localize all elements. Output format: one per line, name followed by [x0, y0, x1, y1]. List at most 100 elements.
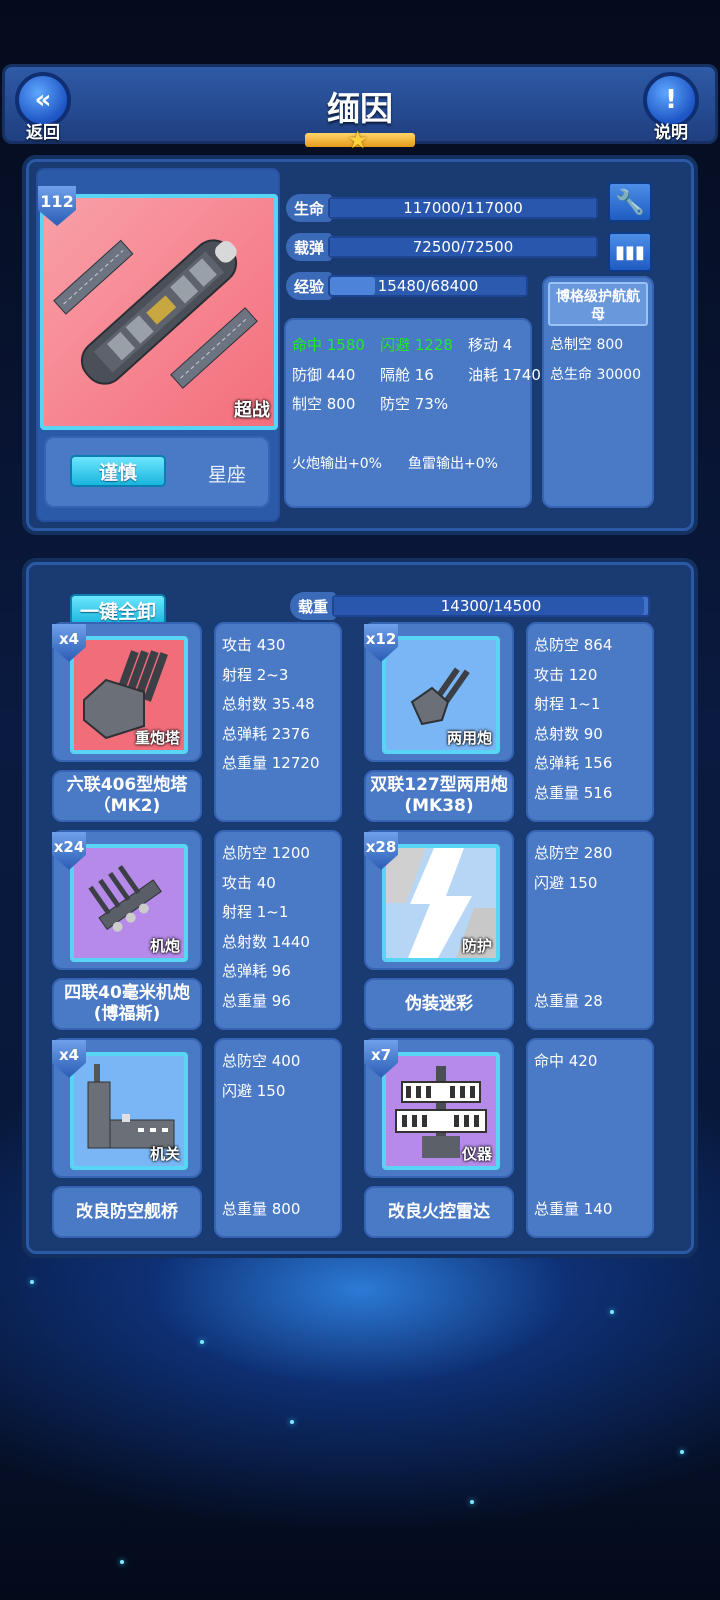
stance-button[interactable]: 谨慎 [70, 455, 166, 487]
load-bar-label: 载重 [290, 592, 336, 620]
equipment-stat: 总射数 35.48 [222, 695, 315, 713]
hp-bar: 117000/117000 [328, 197, 598, 219]
bg-star [30, 1280, 34, 1284]
bg-star [120, 1560, 124, 1564]
ship-level: 112 [40, 192, 74, 211]
equipment-tag: 防护 [461, 937, 492, 955]
page-title: 缅因 [327, 89, 393, 128]
equipment-name-card[interactable]: 改良防空舰桥 [52, 1186, 202, 1238]
equipment-weight: 总重量 516 [534, 784, 613, 802]
stat-defense: 防御 440 [292, 366, 356, 384]
ship-stats-box: 命中 1580 闪避 1228 移动 4 防御 440 隔舱 16 油耗 174… [284, 318, 541, 508]
equipment-count: x4 [58, 630, 80, 648]
equipment-stat: 射程 1~1 [534, 695, 601, 713]
equipment-stats-box: 总防空 864 攻击 120 射程 1~1 总射数 90 总弹耗 156 总重量 516 [526, 622, 654, 822]
equipment-stat: 总防空 864 [534, 636, 613, 654]
ammo-bar-text: 72500/72500 [412, 238, 514, 256]
equipment-stat: 闪避 150 [534, 873, 598, 892]
stat-bulkhead: 隔舱 16 [380, 366, 434, 384]
equipment-image-2[interactable]: 机炮 [70, 844, 188, 962]
resupply-button[interactable]: ▮▮▮ [608, 232, 652, 272]
equipment-stats-box: 总防空 1200 攻击 40 射程 1~1 总射数 1440 总弹耗 96 总重量 96 [214, 830, 342, 1030]
equipment-tag: 机炮 [149, 937, 180, 955]
equipment-weight: 总重量 96 [222, 992, 291, 1010]
stat-gun-output: 火炮输出+0% [292, 456, 382, 472]
ammo-bar-label: 载弹 [286, 233, 332, 261]
equipment-name-card[interactable]: 伪装迷彩 [364, 978, 514, 1030]
equipment-stat: 总重量 12720 [222, 754, 320, 772]
exp-bar-fill [330, 277, 376, 295]
repair-button[interactable]: 🔧 [608, 182, 652, 222]
equipment-stat: 总弹耗 156 [534, 754, 613, 772]
side-total-air: 总制空 800 [550, 337, 624, 353]
equipment-stat: 闪避 150 [222, 1081, 286, 1100]
equipment-name-card[interactable]: 双联127型两用炮(MK38) [364, 770, 514, 822]
exp-bar: 15480/68400 [328, 275, 528, 297]
equipment-name: 伪装迷彩 [405, 993, 473, 1014]
equipment-count: x12 [365, 630, 397, 648]
equipment-image-1[interactable]: 两用炮 [382, 636, 500, 754]
equipment-tag: 两用炮 [446, 729, 492, 747]
back-label: 返回 [26, 123, 60, 143]
help-button[interactable]: ! 说明 [640, 72, 702, 143]
hp-bar-label: 生命 [286, 194, 332, 222]
equipment-stat: 总弹耗 2376 [222, 724, 310, 743]
wrench-icon: 🔧 [615, 188, 645, 216]
equipment-image-5[interactable]: 仪器 [382, 1052, 500, 1170]
hull-class-button[interactable]: 博格级护航航母 [548, 282, 648, 326]
stat-move: 移动 4 [468, 336, 513, 354]
equipment-stat: 射程 2~3 [222, 665, 289, 684]
bg-star [200, 1340, 204, 1344]
hp-bar-text: 117000/117000 [403, 199, 523, 217]
equipment-name: 四联40毫米机炮(博福斯) [64, 983, 190, 1024]
exp-bar-text: 15480/68400 [377, 277, 479, 295]
exp-bar-label: 经验 [286, 272, 332, 300]
equipment-stat: 总防空 400 [222, 1052, 301, 1070]
equipment-image-3[interactable]: 防护 [382, 844, 500, 962]
ship-portrait[interactable]: 超战 [40, 194, 278, 430]
equipment-image-0[interactable]: 重炮塔 [70, 636, 188, 754]
ammo-bar: 72500/72500 [328, 236, 598, 258]
battleship-image [53, 239, 258, 389]
equipment-tag: 机关 [149, 1145, 180, 1163]
equipment-name: 双联127型两用炮(MK38) [370, 775, 508, 816]
equipment-tag: 仪器 [461, 1145, 492, 1163]
equipment-stat: 总射数 1440 [222, 932, 310, 951]
equipment-tag: 重炮塔 [134, 729, 180, 747]
equipment-name-card[interactable]: 四联40毫米机炮(博福斯) [52, 978, 202, 1030]
equipment-name-card[interactable]: 六联406型炮塔（MK2) [52, 770, 202, 822]
equipment-count: x28 [365, 838, 397, 856]
equipment-stat: 总防空 1200 [222, 844, 310, 862]
equipment-stats-box: 攻击 430 射程 2~3 总射数 35.48 总弹耗 2376 总重量 12720 [214, 622, 342, 822]
equipment-weight: 总重量 140 [534, 1200, 613, 1218]
equipment-stat: 命中 420 [534, 1052, 598, 1070]
back-button[interactable]: « 返回 [12, 72, 74, 143]
stat-torpedo-output: 鱼雷输出+0% [408, 456, 498, 472]
stat-fuel: 油耗 1740 [468, 366, 541, 384]
equipment-weight: 总重量 28 [534, 992, 603, 1010]
stat-hit: 命中 1580 [292, 336, 365, 354]
equipment-weight: 总重量 800 [222, 1200, 301, 1218]
equipment-stat: 射程 1~1 [222, 903, 289, 921]
constellation-label[interactable]: 星座 [208, 460, 246, 487]
equipment-stat: 攻击 40 [222, 873, 276, 892]
equipment-stats-box: 总防空 400 闪避 150 总重量 800 [214, 1038, 342, 1238]
equipment-stat: 攻击 120 [534, 665, 598, 684]
bg-star [290, 1420, 294, 1424]
equipment-name-card[interactable]: 改良火控雷达 [364, 1186, 514, 1238]
equipment-stat: 总防空 280 [534, 844, 613, 862]
stat-evade: 闪避 1228 [380, 336, 453, 354]
stat-aa: 防空 73% [380, 395, 449, 413]
equipment-name: 六联406型炮塔（MK2) [66, 775, 188, 816]
equipment-stats-box: 命中 420 总重量 140 [526, 1038, 654, 1238]
bg-star [610, 1310, 614, 1314]
side-total-hp: 总生命 30000 [550, 367, 641, 383]
equipment-stats-box: 总防空 280 闪避 150 总重量 28 [526, 830, 654, 1030]
equipment-image-4[interactable]: 机关 [70, 1052, 188, 1170]
equipment-count: x24 [53, 838, 85, 856]
bg-star [680, 1450, 684, 1454]
load-bar: 14300/14500 [332, 595, 650, 617]
equipment-count: x4 [58, 1046, 80, 1064]
ship-type-tag: 超战 [234, 400, 270, 421]
equipment-stat: 总弹耗 96 [222, 962, 291, 980]
